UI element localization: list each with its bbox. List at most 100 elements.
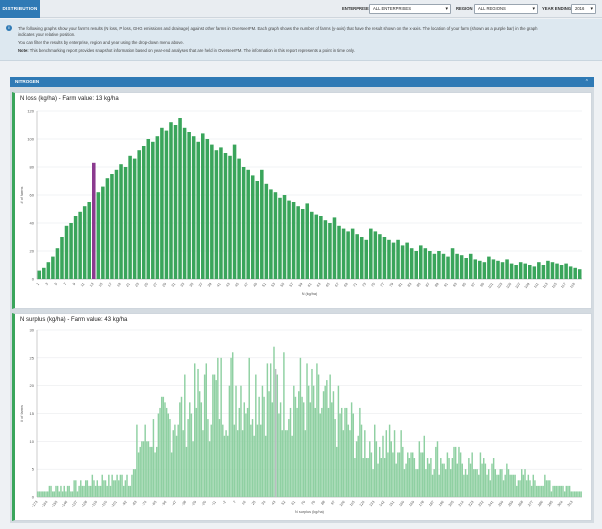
bar [84, 480, 87, 497]
x-tick-label: 214 [458, 500, 465, 507]
bar [146, 139, 151, 279]
bar [390, 441, 392, 497]
bar [126, 474, 128, 497]
bar [559, 265, 564, 279]
region-label: REGION [456, 6, 473, 11]
bar [514, 265, 518, 279]
bar [529, 480, 531, 497]
bar [537, 262, 541, 279]
bar [169, 419, 171, 497]
bar [114, 169, 119, 279]
bar [428, 251, 432, 279]
bar [66, 485, 69, 497]
bar [149, 446, 151, 497]
x-tick-label: 34 [261, 500, 267, 506]
bar [200, 133, 205, 279]
bar [208, 441, 211, 497]
year-select[interactable]: 2016 ▾ [571, 4, 596, 14]
bar [377, 463, 379, 497]
top-bar: DISTRIBUTION ENTERPRISE ALL ENTERPRISES … [0, 0, 602, 18]
y-tick-label: 80 [30, 165, 35, 170]
bar [375, 441, 378, 497]
bar [228, 385, 231, 497]
chevron-up-icon[interactable]: ⌃ [585, 77, 589, 87]
bar [260, 424, 262, 497]
x-tick-label: -74 [141, 500, 147, 507]
bar [288, 419, 290, 497]
x-tick-label: 223 [468, 500, 475, 507]
bar [180, 396, 183, 497]
bar [332, 217, 337, 279]
tab-distribution[interactable]: DISTRIBUTION [0, 0, 40, 18]
bar [131, 474, 133, 497]
x-tick-label: 19 [116, 282, 122, 288]
bar [423, 248, 428, 279]
bar [142, 441, 145, 497]
bar [420, 452, 422, 497]
bar [438, 474, 440, 497]
bar [369, 228, 373, 279]
bar [70, 491, 72, 497]
bar [134, 469, 136, 497]
x-tick-label: 3 [45, 282, 49, 286]
bar [190, 413, 193, 497]
x-tick-label: 59 [298, 282, 304, 288]
bar [132, 158, 137, 279]
bar [341, 228, 346, 279]
bar [440, 458, 442, 497]
bar [151, 141, 155, 279]
bar [164, 402, 166, 497]
bar [445, 469, 447, 497]
bar [101, 474, 103, 497]
bar [400, 430, 402, 497]
bar [141, 146, 146, 279]
x-tick-label: 47 [243, 282, 249, 288]
bar [213, 374, 216, 497]
bar [425, 469, 427, 497]
bar [116, 474, 118, 497]
bar [215, 380, 217, 497]
bar [388, 424, 391, 497]
x-tick-label: 286 [537, 500, 544, 507]
bar [562, 485, 564, 497]
x-tick-label: 13 [89, 282, 95, 288]
enterprise-select[interactable]: ALL ENTERPRISES ▾ [369, 4, 451, 14]
bar [357, 435, 359, 497]
bar [486, 474, 488, 497]
bar [507, 469, 510, 497]
bar [121, 474, 123, 497]
x-tick-label: -164 [41, 500, 49, 508]
x-tick-label: -56 [161, 500, 167, 507]
bar [231, 352, 234, 497]
bar [577, 269, 582, 279]
bar [75, 480, 77, 497]
bar [48, 485, 51, 497]
bar [474, 469, 477, 497]
bar [196, 141, 201, 279]
nitrogen-section-header[interactable]: NITROGEN ⌃ [10, 77, 594, 87]
bar [96, 480, 99, 497]
bar [258, 396, 260, 497]
bar [573, 491, 576, 497]
bar [316, 363, 318, 497]
x-tick-label: 9 [72, 282, 76, 286]
x-tick-label: 17 [107, 282, 113, 288]
y-tick-label: 15 [30, 411, 35, 416]
bar [42, 491, 44, 497]
note-text: This benchmarking report provides snapsh… [29, 48, 355, 53]
bar [364, 239, 369, 279]
bar [414, 251, 419, 279]
bar [309, 402, 312, 497]
x-tick-label: 115 [349, 500, 356, 507]
bar [481, 463, 483, 497]
bar [284, 430, 287, 497]
y-tick-label: 5 [32, 467, 35, 472]
bar [151, 446, 153, 497]
bar [578, 491, 581, 497]
x-tick-label: 232 [478, 500, 485, 507]
x-tick-label: 295 [547, 500, 554, 507]
bar [350, 228, 355, 279]
region-select[interactable]: ALL REGIONS ▾ [474, 4, 538, 14]
bar [563, 491, 566, 497]
bar [160, 127, 164, 279]
